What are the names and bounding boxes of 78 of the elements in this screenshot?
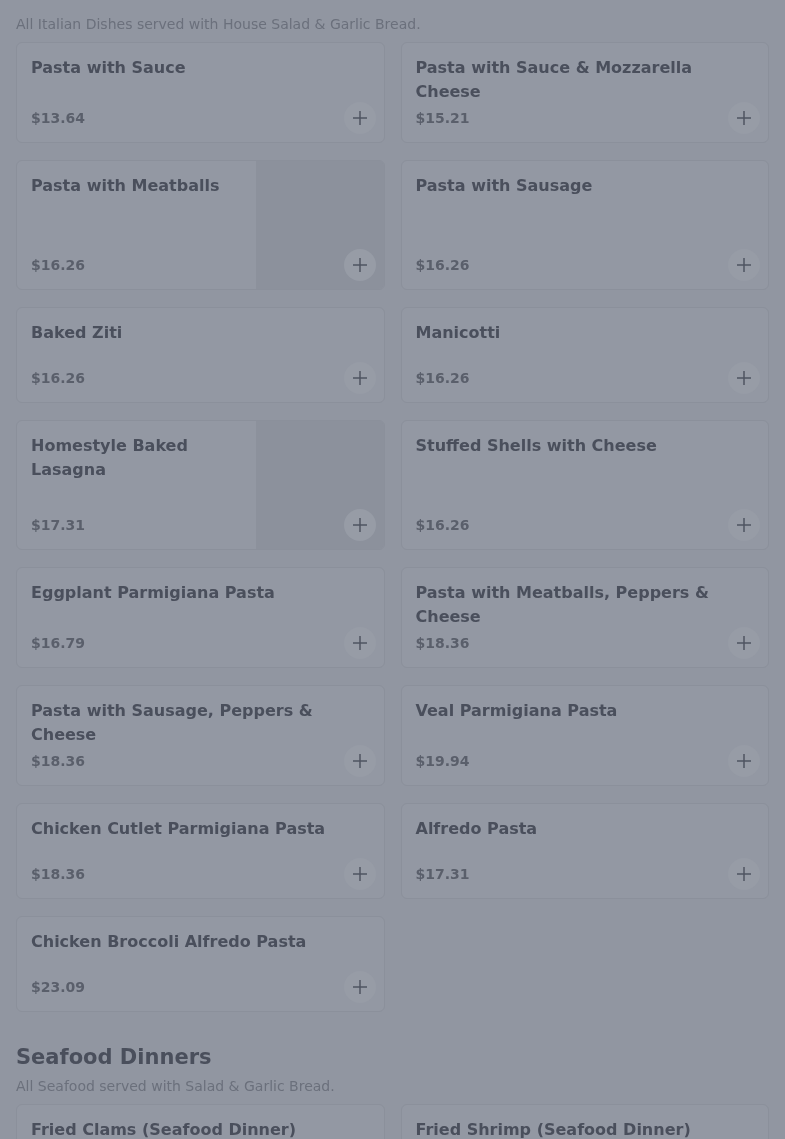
menu-item-card[interactable]: Pasta with Sausage, Peppers & Cheese $18.36 [16, 685, 385, 786]
item-name: Manicotti [415, 322, 502, 344]
item-price: $16.79 [31, 634, 86, 653]
menu-item-card[interactable]: Pasta with Meatballs $16.26 [16, 160, 385, 290]
add-button[interactable] [728, 509, 760, 541]
plus-icon [351, 753, 368, 769]
item-name: Pasta with Sauce & Mozzarella Cheese [415, 57, 693, 103]
item-price: $18.36 [31, 752, 86, 771]
item-price: $17.31 [415, 865, 470, 884]
add-button[interactable] [343, 971, 376, 1003]
item-name: Chicken Cutlet Parmigiana Pasta [31, 818, 327, 840]
menu-item-card[interactable]: Pasta with Sausage $16.26 [400, 160, 769, 290]
add-button[interactable] [728, 249, 760, 281]
add-button[interactable] [728, 362, 760, 394]
plus-icon [351, 257, 368, 273]
item-name: Pasta with Meatballs, Peppers & Cheese [415, 582, 710, 628]
plus-icon [351, 866, 368, 882]
plus-icon [736, 517, 752, 533]
menu-item-card[interactable]: Veal Parmigiana Pasta $19.94 [400, 685, 769, 786]
plus-icon [351, 110, 368, 126]
menu-item-card[interactable]: Fried Clams (Seafood Dinner) [16, 1104, 385, 1139]
item-price: $16.26 [31, 369, 86, 388]
item-name: Chicken Broccoli Alfredo Pasta [31, 931, 308, 953]
add-button[interactable] [343, 102, 376, 134]
item-price: $19.94 [415, 752, 470, 771]
plus-icon [736, 635, 752, 651]
item-name: Baked Ziti [31, 322, 124, 344]
item-name: Pasta with Meatballs [31, 175, 221, 197]
item-name: Pasta with Sausage, Peppers & Cheese [31, 700, 314, 746]
item-price: $16.26 [31, 256, 86, 275]
section-heading: Seafood Dinners [16, 1044, 213, 1071]
item-price: $16.26 [415, 369, 470, 388]
menu-item-card[interactable]: Pasta with Sauce & Mozzarella Cheese $15.21 [400, 42, 769, 143]
menu-item-card[interactable]: Stuffed Shells with Cheese $16.26 [400, 420, 769, 550]
add-button[interactable] [343, 745, 376, 777]
menu-item-card[interactable]: Pasta with Sauce $13.64 [16, 42, 385, 143]
add-button[interactable] [343, 362, 376, 394]
menu-item-card[interactable]: Baked Ziti $16.26 [16, 307, 385, 403]
plus-icon [736, 370, 752, 386]
menu-item-card[interactable]: Manicotti $16.26 [400, 307, 769, 403]
menu-item-card[interactable]: Fried Shrimp (Seafood Dinner) [400, 1104, 769, 1139]
item-name: Pasta with Sauce [31, 57, 187, 79]
add-button[interactable] [728, 858, 760, 890]
item-price: $23.09 [31, 978, 86, 997]
plus-icon [736, 866, 752, 882]
add-button[interactable] [343, 858, 376, 890]
item-price: $15.21 [415, 109, 470, 128]
item-name: Fried Clams (Seafood Dinner) [31, 1119, 297, 1139]
plus-icon [351, 370, 368, 386]
item-name: Alfredo Pasta [415, 818, 539, 840]
item-price: $17.31 [31, 516, 86, 535]
add-button[interactable] [343, 627, 376, 659]
plus-icon [736, 753, 752, 769]
menu-item-card[interactable]: Pasta with Meatballs, Peppers & Cheese $18.36 [400, 567, 769, 668]
item-name: Fried Shrimp (Seafood Dinner) [415, 1119, 692, 1139]
plus-icon [351, 635, 368, 651]
menu-item-card[interactable]: Eggplant Parmigiana Pasta $16.79 [16, 567, 385, 668]
menu-item-card[interactable]: Alfredo Pasta $17.31 [400, 803, 769, 899]
item-price: $18.36 [31, 865, 86, 884]
item-price: $16.26 [415, 516, 470, 535]
item-name: Pasta with Sausage [415, 175, 594, 197]
item-name: Stuffed Shells with Cheese [415, 435, 658, 457]
plus-icon [351, 517, 368, 533]
item-price: $18.36 [415, 634, 470, 653]
plus-icon [351, 979, 368, 995]
item-name: Eggplant Parmigiana Pasta [31, 582, 276, 604]
menu-item-card[interactable]: Chicken Cutlet Parmigiana Pasta $18.36 [16, 803, 385, 899]
add-button[interactable] [728, 102, 760, 134]
plus-icon [736, 110, 752, 126]
item-price: $16.26 [415, 256, 470, 275]
item-price: $13.64 [31, 109, 86, 128]
item-name: Homestyle Baked Lasagna [31, 435, 189, 481]
menu-item-card[interactable]: Chicken Broccoli Alfredo Pasta $23.09 [16, 916, 385, 1012]
add-button[interactable] [728, 745, 760, 777]
plus-icon [736, 257, 752, 273]
add-button[interactable] [728, 627, 760, 659]
menu-item-card[interactable]: Homestyle Baked Lasagna $17.31 [16, 420, 385, 550]
item-name: Veal Parmigiana Pasta [415, 700, 619, 722]
